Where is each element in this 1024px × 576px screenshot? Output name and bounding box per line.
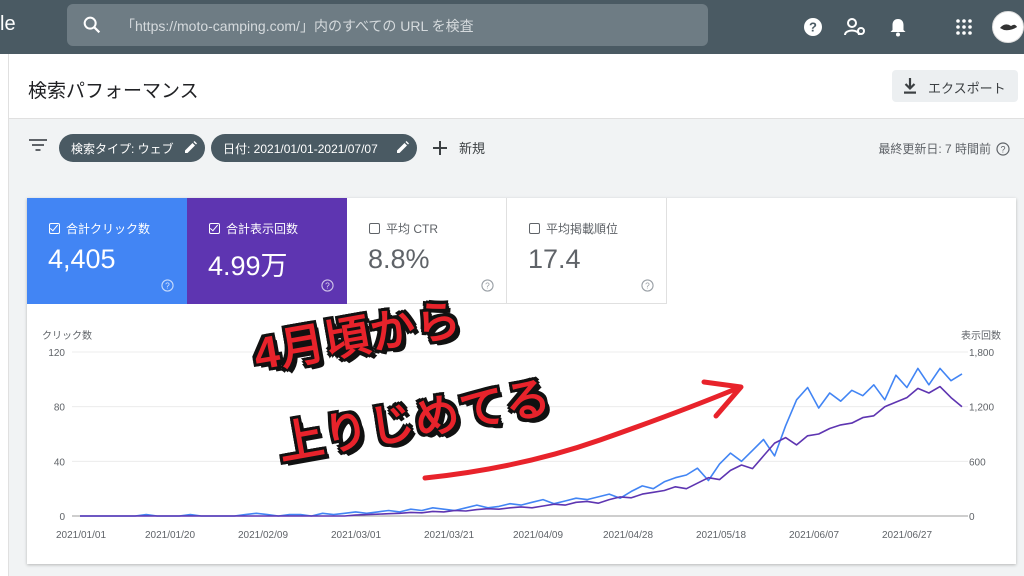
annotation-arrow (422, 379, 744, 481)
